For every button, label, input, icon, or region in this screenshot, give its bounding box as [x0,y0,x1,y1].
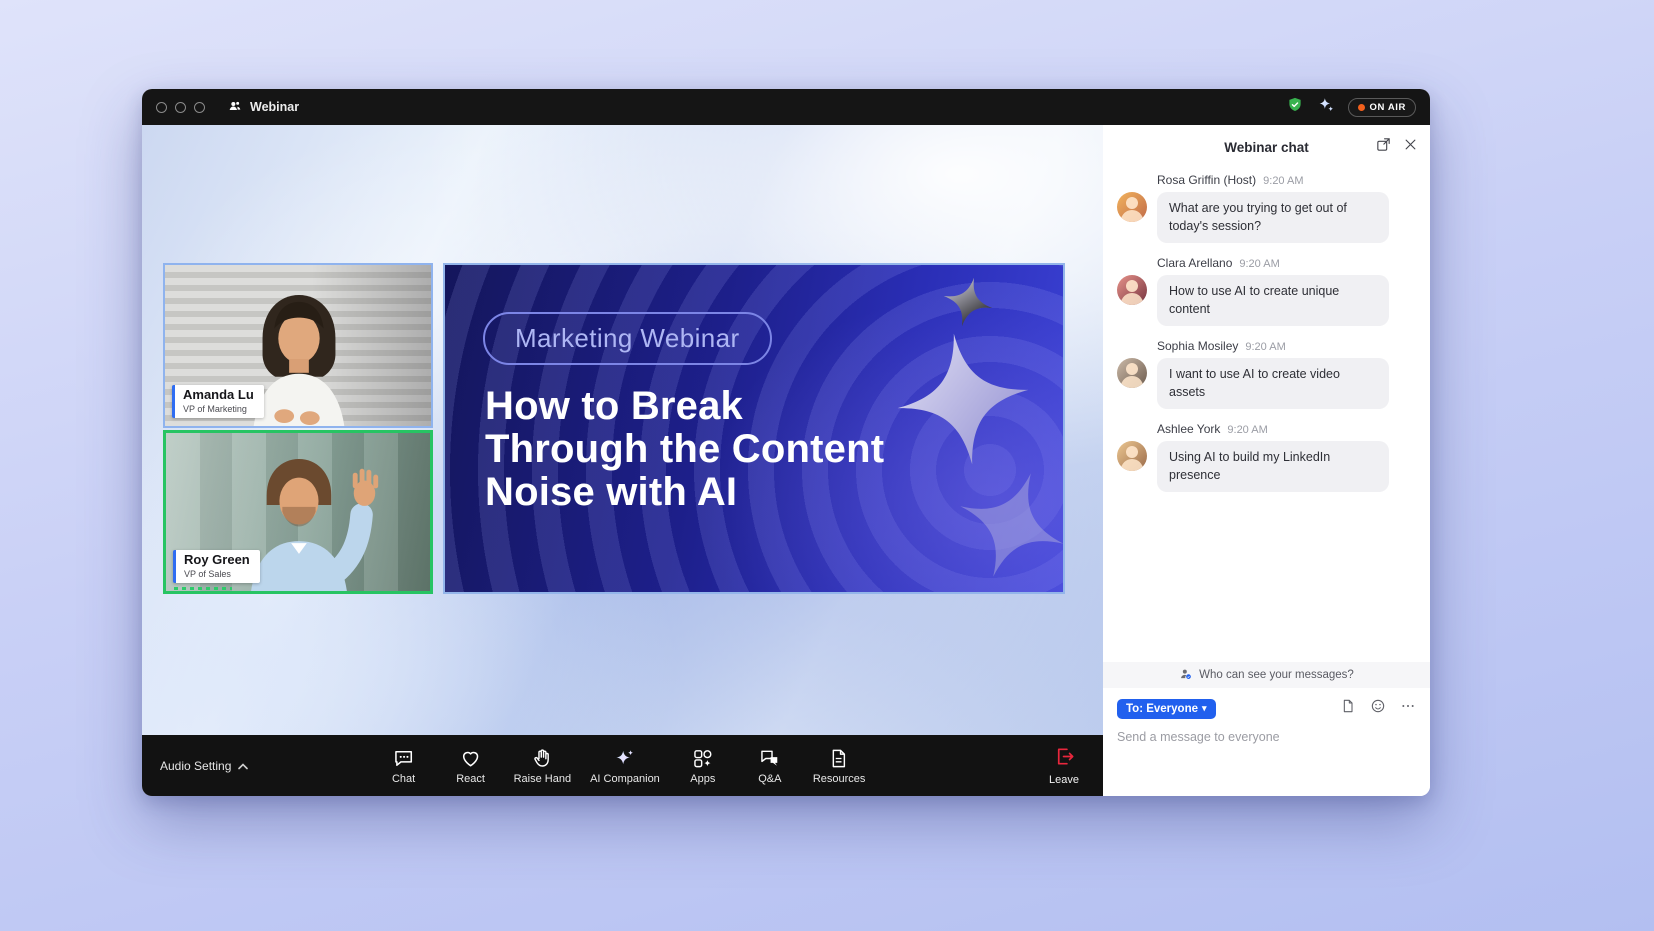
popout-icon[interactable] [1375,136,1392,158]
meeting-stage: Amanda Lu VP of Marketing [142,125,1103,735]
webinar-icon [227,98,243,117]
shared-slide: Marketing Webinar How to Break Through t… [443,263,1065,594]
chat-icon [392,747,415,770]
participant-video-amanda[interactable]: Amanda Lu VP of Marketing [163,263,433,428]
chevron-up-icon [238,759,248,773]
caret-down-icon: ▾ [1202,704,1207,713]
leave-button[interactable]: Leave [1049,745,1079,786]
window-controls [156,102,205,113]
message-bubble: I want to use AI to create video assets [1157,358,1389,409]
decorative-star-shape [942,455,1065,594]
message-author: Rosa Griffin (Host) [1157,173,1256,187]
message-visibility-note[interactable]: Who can see your messages? [1103,662,1430,688]
chat-message: Rosa Griffin (Host) 9:20 AM What are you … [1117,173,1416,243]
participant-role: VP of Sales [184,569,250,579]
message-author: Clara Arellano [1157,256,1232,270]
participant-role: VP of Marketing [183,404,254,414]
close-icon[interactable] [1403,137,1418,157]
participant-name: Amanda Lu [183,388,254,403]
emoji-icon[interactable] [1370,698,1386,719]
qa-icon [758,747,781,770]
audio-setting-label: Audio Setting [160,759,231,773]
message-time: 9:20 AM [1263,175,1303,187]
message-bubble: Using AI to build my LinkedIn presence [1157,441,1389,492]
message-bubble: What are you trying to get out of today'… [1157,192,1389,243]
toolbar-button-ai-companion[interactable]: AI Companion [584,743,666,789]
security-shield-icon[interactable] [1286,96,1304,119]
attach-file-icon[interactable] [1340,698,1356,719]
name-tag-roy: Roy Green VP of Sales [173,550,260,583]
chat-message-input[interactable] [1117,730,1416,744]
toolbar-button-resources[interactable]: Resources [807,743,872,789]
raised-hand-icon [531,747,554,770]
participant-video-roy[interactable]: Roy Green VP of Sales [163,430,433,594]
message-time: 9:20 AM [1227,424,1267,436]
slide-title: How to Break Through the Content Noise w… [485,385,884,515]
toolbar-button-apps[interactable]: Apps [673,743,733,789]
toolbar-button-raise-hand[interactable]: Raise Hand [508,743,577,789]
chat-message: Ashlee York 9:20 AM Using AI to build my … [1117,422,1416,492]
message-author: Ashlee York [1157,422,1220,436]
avatar [1117,358,1147,388]
ai-companion-sparkle-icon[interactable] [1317,96,1335,119]
chat-panel: Webinar chat Rosa Griffin (Host) 9:20 AM … [1103,125,1430,796]
window-title: Webinar [250,100,299,114]
on-air-dot [1358,104,1365,111]
apps-icon [691,747,714,770]
meeting-toolbar: Audio Setting Chat React [142,735,1103,796]
title-bar: Webinar ON AIR [142,89,1430,125]
visibility-person-icon [1179,667,1193,684]
avatar [1117,275,1147,305]
ai-companion-icon [613,747,636,770]
decorative-star-shape [938,272,999,333]
chat-message-list[interactable]: Rosa Griffin (Host) 9:20 AM What are you … [1103,169,1430,662]
recipient-selector[interactable]: To: Everyone ▾ [1117,699,1216,719]
chat-header: Webinar chat [1103,125,1430,169]
window-close-button[interactable] [156,102,167,113]
toolbar-button-react[interactable]: React [441,743,501,789]
decorative-star-shape [888,324,1037,473]
window-minimize-button[interactable] [175,102,186,113]
toolbar-button-chat[interactable]: Chat [374,743,434,789]
message-author: Sophia Mosiley [1157,339,1238,353]
audio-setting-button[interactable]: Audio Setting [160,759,248,773]
message-bubble: How to use AI to create unique content [1157,275,1389,326]
chat-message: Sophia Mosiley 9:20 AM I want to use AI t… [1117,339,1416,409]
heart-icon [459,747,482,770]
chat-compose-area: To: Everyone ▾ [1103,688,1430,796]
avatar [1117,192,1147,222]
leave-icon [1053,745,1076,771]
more-options-icon[interactable] [1400,698,1416,719]
slide-badge: Marketing Webinar [483,312,772,365]
participant-name: Roy Green [184,553,250,568]
webinar-window: Webinar ON AIR [142,89,1430,796]
message-time: 9:20 AM [1245,341,1285,353]
window-maximize-button[interactable] [194,102,205,113]
name-tag-amanda: Amanda Lu VP of Marketing [172,385,264,418]
chat-message: Clara Arellano 9:20 AM How to use AI to c… [1117,256,1416,326]
chat-panel-title: Webinar chat [1224,140,1309,155]
toolbar-button-qa[interactable]: Q&A [740,743,800,789]
avatar [1117,441,1147,471]
audio-level-indicator [174,587,232,590]
document-icon [828,747,851,770]
message-time: 9:20 AM [1239,258,1279,270]
on-air-badge: ON AIR [1348,98,1417,117]
